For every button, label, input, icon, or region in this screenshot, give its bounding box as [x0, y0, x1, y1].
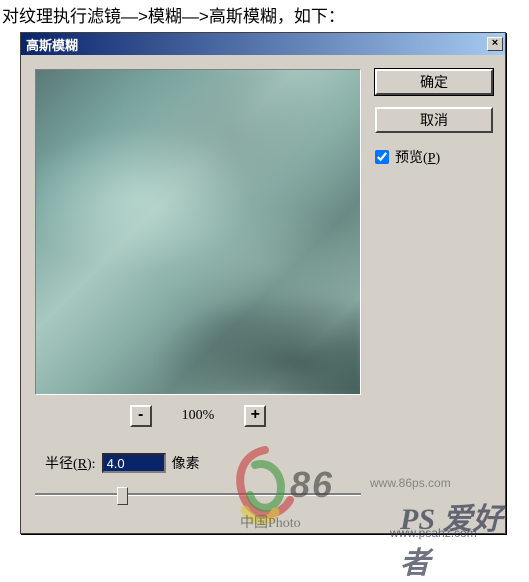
cancel-button[interactable]: 取消	[375, 107, 493, 133]
radius-label: 半径(R):	[45, 453, 96, 473]
zoom-controls: - 100% +	[35, 405, 361, 427]
zoom-in-button[interactable]: +	[244, 405, 266, 427]
close-button[interactable]: ×	[487, 37, 503, 51]
right-panel: 确定 取消 预览(P)	[375, 69, 493, 167]
instruction-text: 对纹理执行滤镜—>模糊—>高斯模糊，如下：	[0, 0, 529, 35]
zoom-level: 100%	[182, 408, 215, 424]
slider-thumb[interactable]	[117, 487, 128, 505]
preview-checkbox[interactable]	[375, 150, 389, 164]
radius-row: 半径(R): 像素	[45, 453, 200, 473]
radius-input[interactable]	[102, 453, 166, 473]
preview-image[interactable]	[35, 69, 361, 395]
gaussian-blur-dialog: 高斯模糊 × - 100% + 确定 取消 预览(P) 半径(R): 像素	[20, 32, 506, 534]
radius-slider[interactable]	[35, 487, 361, 507]
zoom-out-button[interactable]: -	[130, 405, 152, 427]
dialog-titlebar[interactable]: 高斯模糊 ×	[21, 33, 505, 55]
dialog-title: 高斯模糊	[23, 35, 78, 54]
preview-label: 预览(P)	[395, 147, 440, 167]
slider-track-line	[35, 493, 361, 496]
dialog-body: - 100% + 确定 取消 预览(P) 半径(R): 像素	[21, 55, 505, 533]
ok-button[interactable]: 确定	[375, 69, 493, 95]
preview-checkbox-row[interactable]: 预览(P)	[375, 147, 493, 167]
radius-unit: 像素	[172, 453, 200, 473]
